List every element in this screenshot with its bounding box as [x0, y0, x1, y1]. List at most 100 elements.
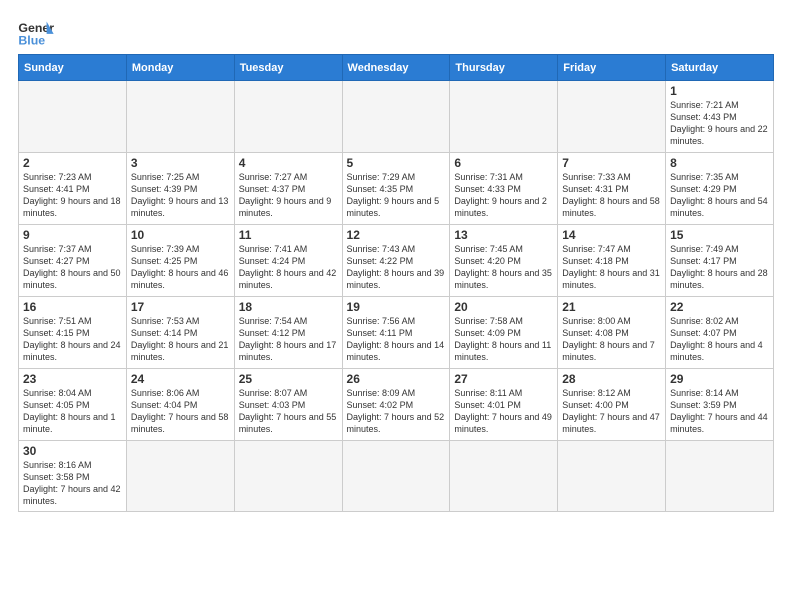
- day-info: Sunrise: 8:09 AM Sunset: 4:02 PM Dayligh…: [347, 387, 446, 436]
- day-number: 9: [23, 228, 122, 242]
- day-number: 22: [670, 300, 769, 314]
- day-info: Sunrise: 7:41 AM Sunset: 4:24 PM Dayligh…: [239, 243, 338, 292]
- day-number: 28: [562, 372, 661, 386]
- calendar-cell: 14Sunrise: 7:47 AM Sunset: 4:18 PM Dayli…: [558, 225, 666, 297]
- day-number: 10: [131, 228, 230, 242]
- calendar-cell: [450, 441, 558, 512]
- weekday-header-wednesday: Wednesday: [342, 55, 450, 81]
- day-number: 3: [131, 156, 230, 170]
- day-number: 8: [670, 156, 769, 170]
- calendar-cell: 30Sunrise: 8:16 AM Sunset: 3:58 PM Dayli…: [19, 441, 127, 512]
- calendar-cell: 16Sunrise: 7:51 AM Sunset: 4:15 PM Dayli…: [19, 297, 127, 369]
- day-info: Sunrise: 7:23 AM Sunset: 4:41 PM Dayligh…: [23, 171, 122, 220]
- day-info: Sunrise: 7:56 AM Sunset: 4:11 PM Dayligh…: [347, 315, 446, 364]
- day-number: 19: [347, 300, 446, 314]
- calendar-cell: 28Sunrise: 8:12 AM Sunset: 4:00 PM Dayli…: [558, 369, 666, 441]
- day-number: 15: [670, 228, 769, 242]
- calendar-cell: [19, 81, 127, 153]
- calendar-cell: 4Sunrise: 7:27 AM Sunset: 4:37 PM Daylig…: [234, 153, 342, 225]
- day-info: Sunrise: 7:31 AM Sunset: 4:33 PM Dayligh…: [454, 171, 553, 220]
- calendar-cell: [126, 81, 234, 153]
- day-info: Sunrise: 8:11 AM Sunset: 4:01 PM Dayligh…: [454, 387, 553, 436]
- day-info: Sunrise: 8:00 AM Sunset: 4:08 PM Dayligh…: [562, 315, 661, 364]
- calendar-cell: 25Sunrise: 8:07 AM Sunset: 4:03 PM Dayli…: [234, 369, 342, 441]
- day-number: 30: [23, 444, 122, 458]
- calendar-cell: [342, 81, 450, 153]
- day-info: Sunrise: 7:21 AM Sunset: 4:43 PM Dayligh…: [670, 99, 769, 148]
- day-number: 4: [239, 156, 338, 170]
- calendar-cell: 21Sunrise: 8:00 AM Sunset: 4:08 PM Dayli…: [558, 297, 666, 369]
- day-info: Sunrise: 7:35 AM Sunset: 4:29 PM Dayligh…: [670, 171, 769, 220]
- calendar-cell: 11Sunrise: 7:41 AM Sunset: 4:24 PM Dayli…: [234, 225, 342, 297]
- day-number: 23: [23, 372, 122, 386]
- weekday-header-tuesday: Tuesday: [234, 55, 342, 81]
- day-info: Sunrise: 8:06 AM Sunset: 4:04 PM Dayligh…: [131, 387, 230, 436]
- weekday-header-friday: Friday: [558, 55, 666, 81]
- day-info: Sunrise: 7:39 AM Sunset: 4:25 PM Dayligh…: [131, 243, 230, 292]
- day-number: 12: [347, 228, 446, 242]
- page-header: General Blue: [18, 18, 774, 48]
- day-number: 14: [562, 228, 661, 242]
- day-number: 20: [454, 300, 553, 314]
- calendar-cell: 2Sunrise: 7:23 AM Sunset: 4:41 PM Daylig…: [19, 153, 127, 225]
- calendar-cell: [450, 81, 558, 153]
- calendar-cell: [234, 441, 342, 512]
- day-number: 24: [131, 372, 230, 386]
- day-info: Sunrise: 7:58 AM Sunset: 4:09 PM Dayligh…: [454, 315, 553, 364]
- calendar-cell: 7Sunrise: 7:33 AM Sunset: 4:31 PM Daylig…: [558, 153, 666, 225]
- day-number: 1: [670, 84, 769, 98]
- day-info: Sunrise: 7:29 AM Sunset: 4:35 PM Dayligh…: [347, 171, 446, 220]
- day-info: Sunrise: 7:49 AM Sunset: 4:17 PM Dayligh…: [670, 243, 769, 292]
- day-info: Sunrise: 7:43 AM Sunset: 4:22 PM Dayligh…: [347, 243, 446, 292]
- calendar-cell: 10Sunrise: 7:39 AM Sunset: 4:25 PM Dayli…: [126, 225, 234, 297]
- calendar-cell: 12Sunrise: 7:43 AM Sunset: 4:22 PM Dayli…: [342, 225, 450, 297]
- day-number: 6: [454, 156, 553, 170]
- calendar-cell: [342, 441, 450, 512]
- svg-text:Blue: Blue: [18, 33, 45, 47]
- day-number: 5: [347, 156, 446, 170]
- calendar-cell: 5Sunrise: 7:29 AM Sunset: 4:35 PM Daylig…: [342, 153, 450, 225]
- day-info: Sunrise: 8:02 AM Sunset: 4:07 PM Dayligh…: [670, 315, 769, 364]
- calendar-cell: 24Sunrise: 8:06 AM Sunset: 4:04 PM Dayli…: [126, 369, 234, 441]
- calendar-cell: 6Sunrise: 7:31 AM Sunset: 4:33 PM Daylig…: [450, 153, 558, 225]
- day-number: 21: [562, 300, 661, 314]
- calendar-cell: 29Sunrise: 8:14 AM Sunset: 3:59 PM Dayli…: [666, 369, 774, 441]
- calendar-cell: [126, 441, 234, 512]
- calendar-cell: 22Sunrise: 8:02 AM Sunset: 4:07 PM Dayli…: [666, 297, 774, 369]
- day-info: Sunrise: 7:45 AM Sunset: 4:20 PM Dayligh…: [454, 243, 553, 292]
- day-info: Sunrise: 7:51 AM Sunset: 4:15 PM Dayligh…: [23, 315, 122, 364]
- weekday-header-saturday: Saturday: [666, 55, 774, 81]
- weekday-header-thursday: Thursday: [450, 55, 558, 81]
- day-number: 7: [562, 156, 661, 170]
- calendar-cell: 8Sunrise: 7:35 AM Sunset: 4:29 PM Daylig…: [666, 153, 774, 225]
- day-number: 25: [239, 372, 338, 386]
- calendar-cell: 15Sunrise: 7:49 AM Sunset: 4:17 PM Dayli…: [666, 225, 774, 297]
- calendar-week-4: 16Sunrise: 7:51 AM Sunset: 4:15 PM Dayli…: [19, 297, 774, 369]
- day-number: 13: [454, 228, 553, 242]
- day-number: 26: [347, 372, 446, 386]
- calendar-cell: 20Sunrise: 7:58 AM Sunset: 4:09 PM Dayli…: [450, 297, 558, 369]
- calendar-cell: 13Sunrise: 7:45 AM Sunset: 4:20 PM Dayli…: [450, 225, 558, 297]
- calendar-cell: 18Sunrise: 7:54 AM Sunset: 4:12 PM Dayli…: [234, 297, 342, 369]
- weekday-header-row: SundayMondayTuesdayWednesdayThursdayFrid…: [19, 55, 774, 81]
- calendar-week-6: 30Sunrise: 8:16 AM Sunset: 3:58 PM Dayli…: [19, 441, 774, 512]
- day-number: 29: [670, 372, 769, 386]
- day-info: Sunrise: 7:53 AM Sunset: 4:14 PM Dayligh…: [131, 315, 230, 364]
- day-info: Sunrise: 7:33 AM Sunset: 4:31 PM Dayligh…: [562, 171, 661, 220]
- weekday-header-sunday: Sunday: [19, 55, 127, 81]
- day-number: 17: [131, 300, 230, 314]
- calendar-cell: 23Sunrise: 8:04 AM Sunset: 4:05 PM Dayli…: [19, 369, 127, 441]
- calendar-week-5: 23Sunrise: 8:04 AM Sunset: 4:05 PM Dayli…: [19, 369, 774, 441]
- day-info: Sunrise: 7:37 AM Sunset: 4:27 PM Dayligh…: [23, 243, 122, 292]
- day-number: 2: [23, 156, 122, 170]
- calendar-cell: 1Sunrise: 7:21 AM Sunset: 4:43 PM Daylig…: [666, 81, 774, 153]
- calendar-cell: 17Sunrise: 7:53 AM Sunset: 4:14 PM Dayli…: [126, 297, 234, 369]
- calendar-table: SundayMondayTuesdayWednesdayThursdayFrid…: [18, 54, 774, 512]
- calendar-cell: 9Sunrise: 7:37 AM Sunset: 4:27 PM Daylig…: [19, 225, 127, 297]
- calendar-cell: 3Sunrise: 7:25 AM Sunset: 4:39 PM Daylig…: [126, 153, 234, 225]
- logo-icon: General Blue: [18, 18, 54, 48]
- calendar-week-3: 9Sunrise: 7:37 AM Sunset: 4:27 PM Daylig…: [19, 225, 774, 297]
- day-info: Sunrise: 8:07 AM Sunset: 4:03 PM Dayligh…: [239, 387, 338, 436]
- day-number: 18: [239, 300, 338, 314]
- day-number: 27: [454, 372, 553, 386]
